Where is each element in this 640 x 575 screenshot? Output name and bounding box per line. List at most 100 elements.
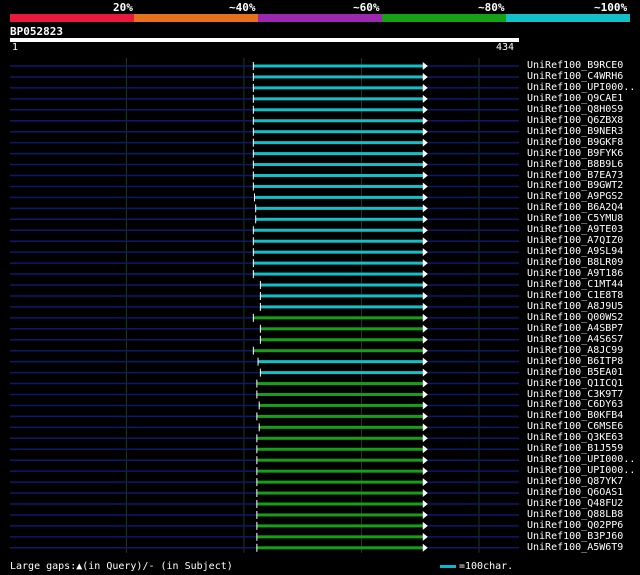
hit-segment[interactable]	[260, 338, 424, 342]
hit-end-arrow	[422, 270, 428, 279]
hit-label[interactable]: UniRef100_Q1ICQ1	[527, 378, 623, 389]
hit-segment[interactable]	[253, 228, 424, 232]
hit-segment[interactable]	[253, 261, 424, 265]
hit-segment[interactable]	[260, 371, 424, 375]
hit-segment[interactable]	[256, 469, 424, 473]
hit-label[interactable]: UniRef100_A8JC99	[527, 345, 623, 356]
hit-segment[interactable]	[256, 502, 424, 506]
hit-segment[interactable]	[253, 86, 424, 90]
hit-label[interactable]: UniRef100_B9GWT2	[527, 180, 623, 191]
hit-segment[interactable]	[256, 524, 424, 528]
hit-segment[interactable]	[253, 250, 424, 254]
hit-label[interactable]: UniRef100_B9NER3	[527, 126, 623, 137]
hit-label[interactable]: UniRef100_Q6OAS1	[527, 487, 623, 498]
hit-segment[interactable]	[256, 535, 424, 539]
hit-segment[interactable]	[253, 97, 424, 101]
hit-segment[interactable]	[253, 64, 424, 68]
hit-label[interactable]: UniRef100_A9SL94	[527, 246, 623, 257]
hit-label[interactable]: UniRef100_A4S6S7	[527, 334, 623, 345]
hit-label[interactable]: UniRef100_B1J559	[527, 443, 623, 454]
hit-segment[interactable]	[260, 294, 424, 298]
hit-segment[interactable]	[256, 491, 424, 495]
hit-segment[interactable]	[255, 217, 424, 221]
hit-label[interactable]: UniRef100_Q00WS2	[527, 312, 623, 323]
hit-label[interactable]: UniRef100_B7EA73	[527, 170, 623, 181]
hit-label[interactable]: UniRef100_B9RCE0	[527, 60, 623, 71]
hit-label[interactable]: UniRef100_Q3KE63	[527, 432, 623, 443]
hit-label[interactable]: UniRef100_A9TE03	[527, 224, 623, 235]
hit-label[interactable]: UniRef100_A5W6T9	[527, 542, 623, 553]
hit-segment[interactable]	[256, 447, 424, 451]
hit-segment[interactable]	[259, 403, 424, 407]
hit-label[interactable]: UniRef100_B0KFB4	[527, 410, 623, 421]
hit-label[interactable]: UniRef100_UPI000..	[527, 82, 635, 93]
hit-label[interactable]: UniRef100_B6A2Q4	[527, 202, 623, 213]
hit-segment[interactable]	[253, 174, 424, 177]
hit-label[interactable]: UniRef100_B5EA01	[527, 367, 623, 378]
hit-end-arrow	[422, 379, 428, 388]
hit-end-arrow	[422, 346, 428, 355]
hit-end-arrow	[422, 412, 428, 421]
hit-segment[interactable]	[253, 239, 424, 243]
hit-segment[interactable]	[254, 195, 424, 199]
hit-segment[interactable]	[260, 305, 424, 309]
hit-label[interactable]: UniRef100_C6MSE6	[527, 421, 623, 432]
hit-label[interactable]: UniRef100_A9T186	[527, 268, 623, 279]
hit-end-arrow	[422, 368, 428, 377]
hit-segment[interactable]	[256, 436, 424, 440]
hit-label[interactable]: UniRef100_UPI000..	[527, 454, 635, 465]
hit-label[interactable]: UniRef100_B9FYK6	[527, 148, 623, 159]
hit-label[interactable]: UniRef100_B8B9L6	[527, 159, 623, 170]
hit-segment[interactable]	[253, 119, 424, 123]
hit-label[interactable]: UniRef100_C5YMU8	[527, 213, 623, 224]
hit-segment[interactable]	[253, 316, 424, 320]
hit-label[interactable]: UniRef100_A9PGS2	[527, 191, 623, 202]
hit-label[interactable]: UniRef100_A4SBP7	[527, 323, 623, 334]
hit-end-arrow	[422, 467, 428, 476]
hit-segment[interactable]	[256, 458, 424, 462]
hit-segment[interactable]	[259, 425, 424, 429]
hit-label[interactable]: UniRef100_Q9CAE1	[527, 93, 623, 104]
hit-label[interactable]: UniRef100_C1E8T8	[527, 290, 623, 301]
hit-segment[interactable]	[256, 414, 424, 418]
hit-label[interactable]: UniRef100_Q02PP6	[527, 520, 623, 531]
hit-segment[interactable]	[253, 184, 424, 188]
hit-segment[interactable]	[260, 327, 424, 331]
hit-label[interactable]: UniRef100_Q8H0S9	[527, 104, 623, 115]
hit-segment[interactable]	[253, 272, 424, 276]
hit-end-arrow	[422, 72, 428, 81]
hit-segment[interactable]	[258, 360, 424, 364]
hit-segment[interactable]	[253, 163, 424, 167]
hit-label[interactable]: UniRef100_B6ITP8	[527, 356, 623, 367]
hit-label[interactable]: UniRef100_A7QIZ0	[527, 235, 623, 246]
hit-label[interactable]: UniRef100_Q48FU2	[527, 498, 623, 509]
hit-segment[interactable]	[256, 546, 424, 550]
hit-segment[interactable]	[253, 141, 424, 145]
hit-label[interactable]: UniRef100_C6DY63	[527, 399, 623, 410]
hit-segment[interactable]	[256, 382, 424, 386]
hit-label[interactable]: UniRef100_B3PJ60	[527, 531, 623, 542]
hit-segment[interactable]	[256, 513, 424, 517]
hit-segment[interactable]	[256, 480, 424, 484]
hit-segment[interactable]	[253, 349, 424, 353]
hit-label[interactable]: UniRef100_C4WRH6	[527, 71, 623, 82]
hit-segment[interactable]	[255, 206, 424, 210]
hit-label[interactable]: UniRef100_A8J9U5	[527, 301, 623, 312]
hit-segment[interactable]	[253, 75, 424, 79]
hit-label[interactable]: UniRef100_C1MT44	[527, 279, 623, 290]
hit-end-arrow	[422, 116, 428, 125]
hit-label[interactable]: UniRef100_UPI000..	[527, 465, 635, 476]
hit-segment[interactable]	[253, 130, 424, 134]
hit-label[interactable]: UniRef100_B9GKF8	[527, 137, 623, 148]
hit-label[interactable]: UniRef100_B8LR09	[527, 257, 623, 268]
hit-end-arrow	[422, 357, 428, 366]
hit-label[interactable]: UniRef100_Q88LB8	[527, 509, 623, 520]
hit-segment[interactable]	[256, 393, 424, 396]
hit-end-arrow	[422, 302, 428, 311]
hit-label[interactable]: UniRef100_Q87YK7	[527, 476, 623, 487]
hit-label[interactable]: UniRef100_Q6ZBX8	[527, 115, 623, 126]
hit-segment[interactable]	[253, 108, 424, 112]
hit-segment[interactable]	[253, 152, 424, 156]
hit-segment[interactable]	[260, 283, 424, 287]
hit-label[interactable]: UniRef100_C3K9T7	[527, 389, 623, 400]
